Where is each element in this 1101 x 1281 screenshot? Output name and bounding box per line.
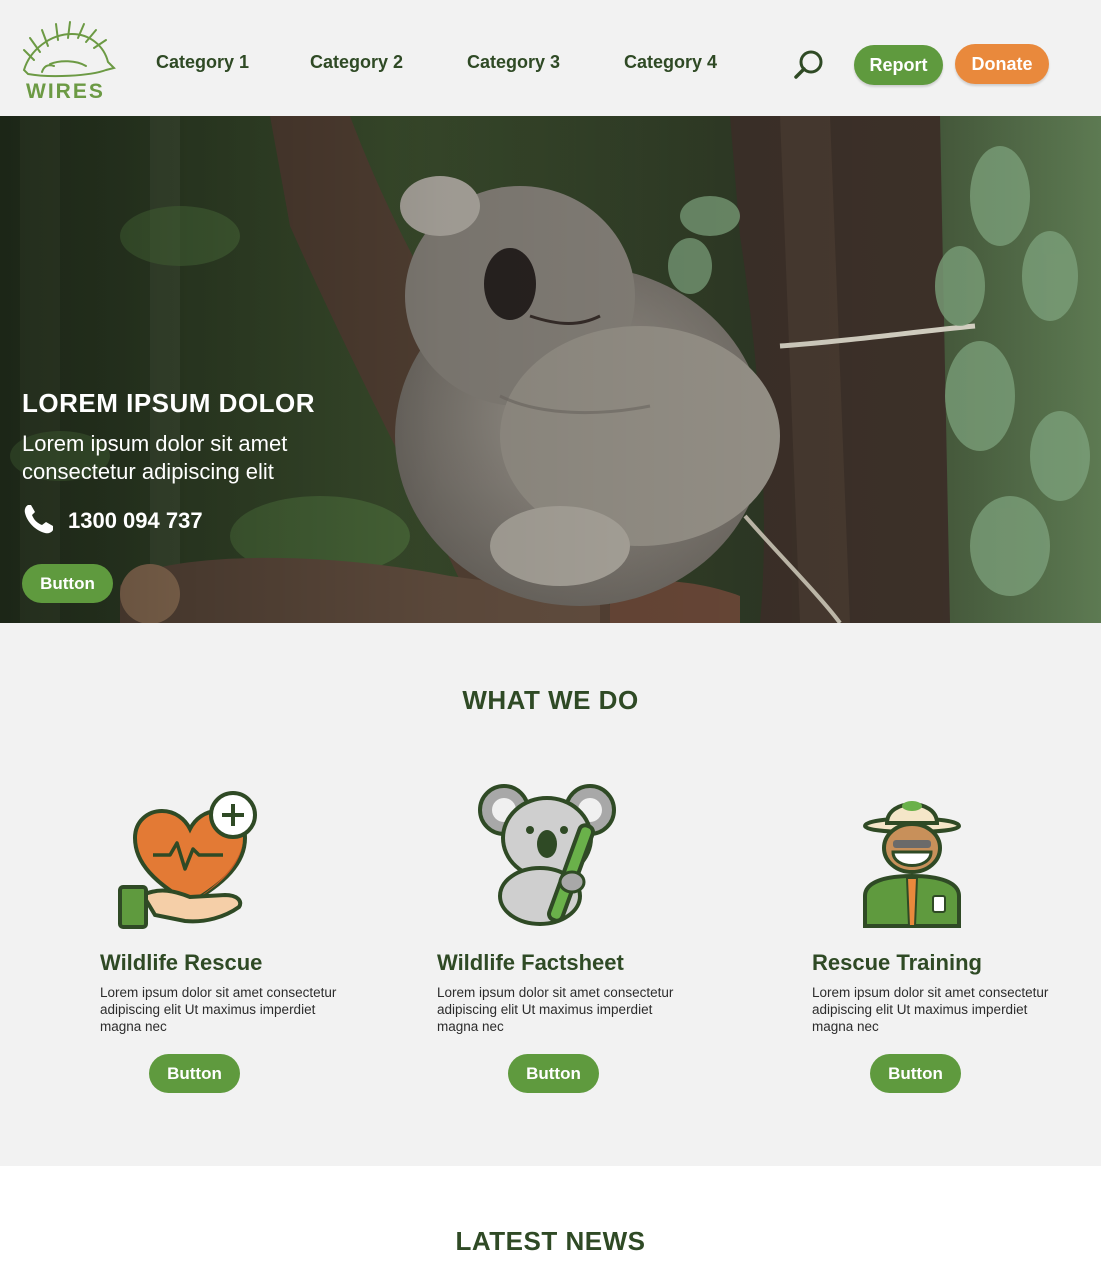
card-description: Lorem ipsum dolor sit amet consectetur a… (100, 985, 337, 1034)
card-description: Lorem ipsum dolor sit amet consectetur a… (437, 985, 674, 1034)
koala-hero-image (0, 116, 1101, 623)
report-button[interactable]: Report (854, 45, 943, 85)
wildlife-rescue-button[interactable]: Button (149, 1054, 240, 1093)
latest-news-title: LATEST NEWS (455, 1226, 646, 1256)
nav-category-2[interactable]: Category 2 (310, 52, 403, 73)
hero-banner: LOREM IPSUM DOLOR Lorem ipsum dolor sit … (0, 116, 1101, 623)
hero-phone-number[interactable]: 1300 094 737 (68, 508, 203, 534)
logo-text: WIRES (26, 80, 105, 103)
nav-category-1[interactable]: Category 1 (156, 52, 249, 73)
latest-news-section: LATEST NEWS (0, 1166, 1101, 1281)
wires-logo[interactable]: WIRES (20, 20, 116, 106)
hero-title: LOREM IPSUM DOLOR (22, 388, 316, 418)
wildlife-factsheet-button[interactable]: Button (508, 1054, 599, 1093)
search-icon (794, 50, 823, 79)
site-header: WIRES Category 1 Category 2 Category 3 C… (0, 0, 1101, 116)
donate-button[interactable]: Donate (955, 44, 1049, 84)
phone-icon (24, 505, 53, 534)
hero-subtitle: Lorem ipsum dolor sit amet consectetur a… (22, 431, 288, 484)
echidna-logo-icon (22, 21, 116, 78)
rescue-training-button[interactable]: Button (870, 1054, 961, 1093)
card-title: Wildlife Factsheet (437, 950, 624, 975)
koala-icon (478, 784, 616, 926)
what-we-do-title: WHAT WE DO (462, 685, 639, 715)
nav-category-3[interactable]: Category 3 (467, 52, 560, 73)
card-description: Lorem ipsum dolor sit amet consectetur a… (812, 985, 1049, 1034)
search-button[interactable] (792, 48, 826, 82)
nav-category-4[interactable]: Category 4 (624, 52, 717, 73)
what-we-do-section: WHAT WE DO Wildlife Rescue Lorem ipsum d… (0, 623, 1101, 1166)
hero-button[interactable]: Button (22, 564, 113, 603)
card-title: Wildlife Rescue (100, 950, 263, 975)
heart-hand-icon (118, 791, 257, 929)
ranger-icon (862, 801, 962, 928)
card-title: Rescue Training (812, 950, 982, 975)
